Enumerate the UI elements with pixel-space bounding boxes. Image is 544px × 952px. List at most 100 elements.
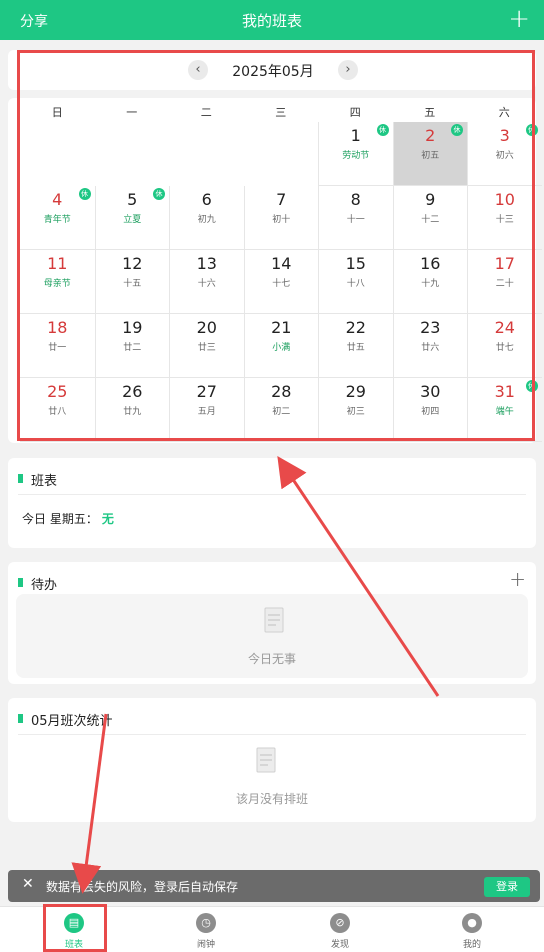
plus-icon[interactable]: + [508,6,530,32]
lunar-date: 廿九 [123,407,142,417]
day-number: 11 [47,254,68,273]
document-icon [264,607,284,633]
calendar-day[interactable]: 3 初六休 [467,122,542,186]
bottom-tab-bar: ▤ 班表 ◷ 闹钟 ⊘ 发现 ● 我的 [0,906,544,952]
stats-card: 05月班次统计 该月没有排班 [8,698,536,822]
lunar-date: 五月 [197,407,216,417]
day-number: 8 [350,190,361,209]
plus-icon[interactable]: + [509,567,526,591]
calendar-day[interactable]: 23 廿六 [392,314,467,378]
calendar-day[interactable]: 28 初二 [243,378,318,442]
divider [18,734,526,735]
tab-label: 发现 [330,940,349,950]
calendar-day[interactable]: 26 廿九 [94,378,169,442]
tab-label: 我的 [462,940,481,950]
lunar-date: 十一 [346,215,365,225]
calendar-day[interactable]: 25 廿八 [20,378,95,442]
calendar-day[interactable]: 19 廿二 [94,314,169,378]
tab-schedule[interactable]: ▤ 班表 [6,907,142,952]
day-number: 17 [494,254,515,273]
weekday-label: 三 [275,106,287,119]
toast-message: 数据有丢失的风险，登录后自动保存 [46,880,239,894]
chevron-right-icon[interactable]: › [338,60,358,80]
calendar-day[interactable]: 1 劳动节休 [318,122,393,186]
lunar-date: 母亲节 [43,279,71,289]
todo-empty-text: 今日无事 [247,652,296,666]
rest-badge: 休 [376,124,389,136]
lunar-date: 十七 [272,279,291,289]
calendar-day[interactable]: 18 廿一 [20,314,95,378]
calendar-day[interactable]: 29 初三 [318,378,393,442]
rest-badge: 休 [451,124,463,136]
lunar-date: 廿八 [48,407,67,417]
day-number: 25 [47,382,68,401]
today-label: 今日 星期五： [22,512,98,526]
day-number: 28 [271,382,292,401]
lunar-date: 端午 [495,407,514,417]
calendar-day[interactable]: 2 初五休 [392,122,467,186]
calendar-day[interactable]: 20 廿三 [169,314,244,378]
calendar-day[interactable]: 11 母亲节 [20,250,95,314]
day-number: 23 [420,318,441,337]
weekday-label: 一 [126,106,138,119]
lunar-date: 十二 [421,215,440,225]
lunar-date: 初四 [421,407,440,417]
calendar-day[interactable]: 30 初四 [392,378,467,442]
lunar-date: 廿一 [48,343,67,353]
day-number: 13 [196,254,217,273]
day-number: 22 [345,318,366,337]
lunar-date: 初二 [272,407,291,417]
day-number: 14 [271,254,292,273]
day-number: 19 [122,318,143,337]
todo-title: 待办 [31,578,58,593]
section-marker [18,714,23,723]
calendar-day[interactable]: 10 十三 [467,186,542,250]
tab-alarm[interactable]: ◷ 闹钟 [138,907,274,952]
day-number: 16 [420,254,441,273]
lunar-date: 青年节 [43,215,71,225]
month-selector-card: ‹ 2025年05月 › [8,50,536,90]
tab-label: 闹钟 [196,940,215,950]
calendar-day[interactable]: 13 十六 [169,250,244,314]
lunar-date: 初九 [197,215,216,225]
weekday-label: 四 [349,106,361,119]
stats-empty-text: 该月没有排班 [235,792,308,806]
calendar-day[interactable]: 14 十七 [243,250,318,314]
calendar-day[interactable]: 7 初十 [243,186,318,250]
calendar-day[interactable]: 8 十一 [318,186,393,250]
weekday-label: 日 [51,106,63,119]
clock-icon: ◷ [196,913,216,933]
calendar-day[interactable]: 31 端午休 [467,378,542,442]
calendar-day[interactable]: 21 小满 [243,314,318,378]
calendar-day[interactable]: 9 十二 [392,186,467,250]
lunar-date: 二十 [495,279,514,289]
lunar-date: 廿三 [197,343,216,353]
tab-profile[interactable]: ● 我的 [404,907,540,952]
calendar-day[interactable]: 22 廿五 [318,314,393,378]
save-warning-toast: ✕ 数据有丢失的风险，登录后自动保存 登录 [8,870,540,902]
section-marker [18,578,23,587]
page-title: 我的班表 [241,12,302,30]
calendar-day[interactable]: 6 初九 [169,186,244,250]
login-button[interactable]: 登录 [484,877,530,897]
month-label: 2025年05月 [232,64,314,80]
calendar-day[interactable]: 4 青年节休 [20,186,95,250]
calendar-day[interactable]: 12 十五 [94,250,169,314]
tab-discover[interactable]: ⊘ 发现 [272,907,408,952]
compass-icon: ⊘ [330,913,350,933]
day-number: 26 [122,382,143,401]
calendar-day[interactable]: 15 十八 [318,250,393,314]
day-number: 29 [345,382,366,401]
lunar-date: 小满 [272,343,291,353]
calendar-day[interactable]: 16 十九 [392,250,467,314]
day-number: 21 [271,318,292,337]
weekday-label: 二 [200,106,212,119]
calendar-day[interactable]: 5 立夏休 [94,186,169,250]
tab-label: 班表 [64,940,83,950]
calendar-day[interactable]: 24 廿七 [467,314,542,378]
close-icon[interactable]: ✕ [22,876,34,892]
calendar-day[interactable]: 27 五月 [169,378,244,442]
schedule-card: 班表 今日 星期五：无 [8,458,536,548]
calendar-day[interactable]: 17 二十 [467,250,542,314]
chevron-left-icon[interactable]: ‹ [188,60,208,80]
